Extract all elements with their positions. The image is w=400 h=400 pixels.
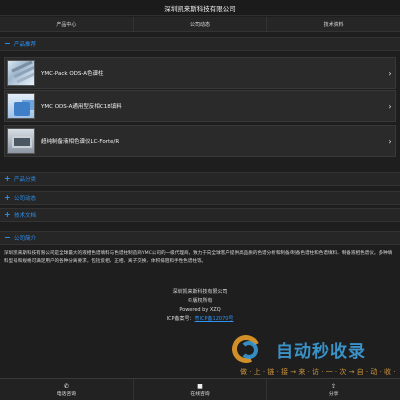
product-item[interactable]: YMC ODS-A通用型反相C18填料 › [4, 90, 396, 122]
collapse-icon: − [4, 233, 11, 242]
watermark-logo: 自动秒收录 做 · 上 · 链 · 接 → 来 · 访 · 一 · 次 → 自 … [226, 331, 396, 386]
section-title: 公司简介 [14, 236, 37, 242]
product-name: 超纯制备液相色谱仪LC-Forte/R [41, 139, 120, 145]
icp-link[interactable]: 粤ICP备12070号 [195, 316, 234, 322]
section-title: 产品分类 [14, 177, 37, 183]
watermark-ring-icon [240, 341, 258, 359]
expand-icon: + [4, 210, 11, 219]
nav-item-news[interactable]: 公司动态 [134, 17, 268, 31]
nav-item-tech[interactable]: 技术资料 [267, 17, 400, 31]
watermark-title: 自动秒收录 [276, 342, 366, 362]
section-company-intro[interactable]: − 公司简介 [0, 231, 400, 245]
main-nav: 产品中心 公司动态 技术资料 [0, 17, 400, 32]
watermark-ring-icon [228, 331, 264, 367]
section-tech-docs[interactable]: + 技术文档 [0, 208, 400, 222]
expand-icon: + [4, 193, 11, 202]
phone-button[interactable]: ✆ 电话咨询 [0, 379, 134, 400]
app-header: 深圳凯来斯科技有限公司 [0, 0, 400, 16]
footer-powered: Powered by XZQ [179, 307, 221, 313]
online-chat-icon: ■ [197, 382, 203, 390]
product-item[interactable]: 超纯制备液相色谱仪LC-Forte/R › [4, 125, 396, 157]
phone-label: 电话咨询 [56, 391, 76, 397]
company-intro-text: 深圳凯来斯科技有限公司是全球最大的液相色谱填料与色谱柱制造商YMC公司的一级代理… [4, 251, 393, 265]
phone-icon: ✆ [63, 382, 69, 390]
share-label: 分享 [328, 391, 339, 397]
footer-copyright: ©版权所有 [187, 298, 213, 304]
product-thumbnail [7, 93, 35, 119]
expand-icon: + [4, 174, 11, 183]
chevron-right-icon: › [388, 101, 392, 111]
footer: 深圳凯来斯科技有限公司 ©版权所有 Powered by XZQ ICP备案号：… [0, 288, 400, 324]
product-name: YMC ODS-A通用型反相C18填料 [41, 104, 122, 110]
footer-company: 深圳凯来斯科技有限公司 [172, 289, 228, 295]
page-title: 深圳凯来斯科技有限公司 [164, 4, 236, 13]
product-thumbnail [7, 128, 35, 154]
nav-item-products[interactable]: 产品中心 [0, 17, 134, 31]
section-product-category[interactable]: + 产品分类 [0, 172, 400, 186]
product-item[interactable]: YMC-Pack ODS-A色谱柱 › [4, 57, 396, 89]
icp-label: ICP备案号： [166, 316, 195, 322]
share-button[interactable]: ⇪ 分享 [267, 379, 400, 400]
section-company-news[interactable]: + 公司动态 [0, 191, 400, 205]
chevron-right-icon: › [388, 136, 392, 146]
product-name: YMC-Pack ODS-A色谱柱 [41, 71, 104, 77]
online-chat-button[interactable]: ■ 在线咨询 [134, 379, 268, 400]
section-title: 产品推荐 [14, 42, 37, 48]
collapse-icon: − [4, 39, 11, 48]
online-chat-label: 在线咨询 [190, 391, 210, 397]
section-products-recommended[interactable]: − 产品推荐 [0, 37, 400, 51]
section-title: 公司动态 [14, 196, 37, 202]
product-thumbnail [7, 60, 35, 86]
footer-icp: ICP备案号：粤ICP备12070号 [0, 315, 400, 324]
section-title: 技术文档 [14, 213, 37, 219]
chevron-right-icon: › [388, 68, 392, 78]
bottom-action-bar: ✆ 电话咨询 ■ 在线咨询 ⇪ 分享 [0, 378, 400, 400]
share-icon: ⇪ [331, 382, 337, 390]
